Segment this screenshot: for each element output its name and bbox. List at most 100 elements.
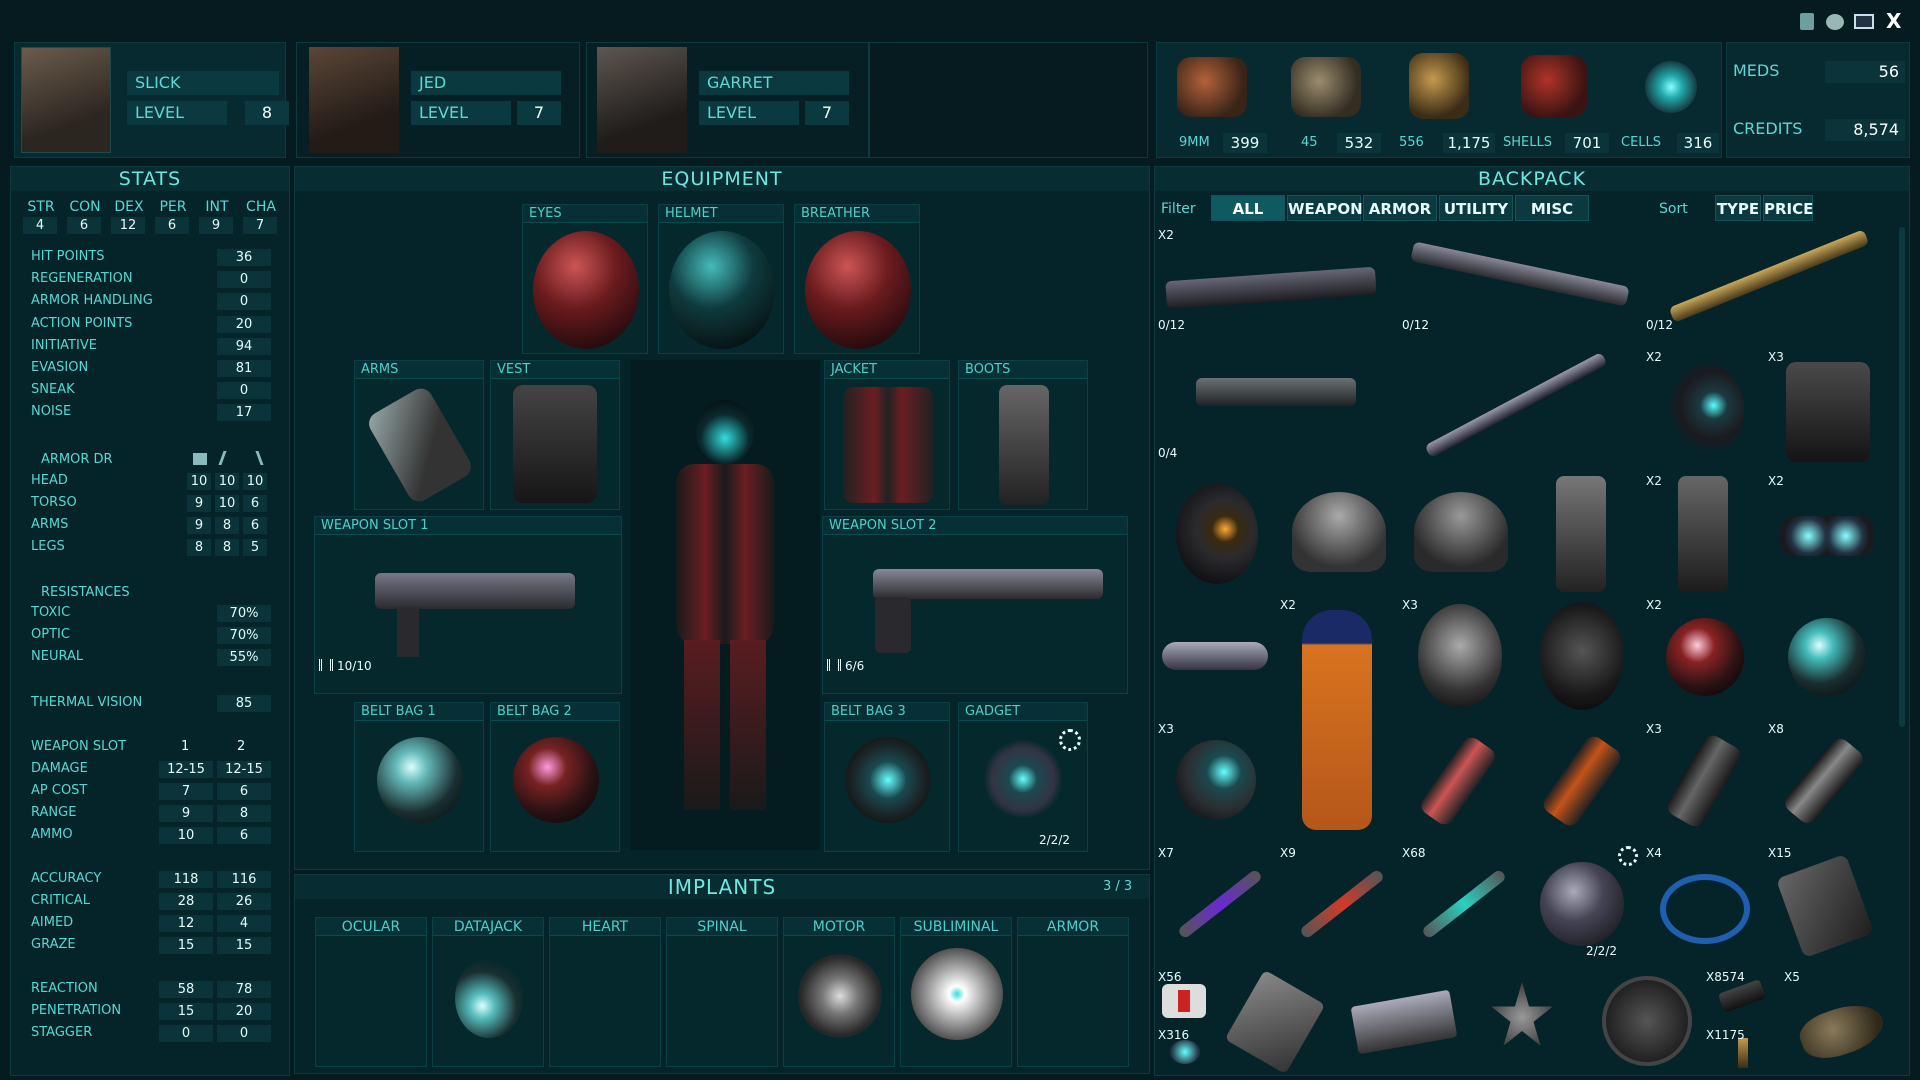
backpack-item-harness[interactable]: X2 bbox=[1644, 348, 1762, 468]
implant-slot-motor[interactable]: MOTOR bbox=[783, 917, 895, 1067]
backpack-item-armor-vest[interactable]: X3 bbox=[1766, 348, 1884, 468]
name-slick: SLICK bbox=[127, 71, 279, 95]
backpack-item-data-case[interactable]: X15 bbox=[1766, 844, 1884, 964]
backpack-item-canister[interactable] bbox=[1400, 720, 1518, 840]
backpack-item-drone-ball[interactable]: 2/2/2 bbox=[1522, 844, 1640, 964]
breather-slot[interactable]: BREATHER bbox=[794, 204, 920, 354]
backpack-item-combat-helmet-2[interactable] bbox=[1400, 472, 1518, 592]
implant-slot-ocular[interactable]: OCULAR bbox=[315, 917, 427, 1067]
inventory-screen: X SLICK LEVEL 8 JED LEVEL 7 GARRET LEVEL… bbox=[0, 0, 1920, 1080]
gear-icon[interactable] bbox=[1618, 846, 1638, 866]
vest-slot[interactable]: VEST bbox=[490, 360, 620, 510]
implant-slot-datajack[interactable]: DATAJACK bbox=[432, 917, 544, 1067]
belt-bag-3-slot[interactable]: BELT BAG 3 bbox=[824, 702, 950, 852]
backpack-item-respirator[interactable] bbox=[1522, 596, 1640, 716]
implant-slot-heart[interactable]: HEART bbox=[549, 917, 661, 1067]
backpack-item-hazmat-suit[interactable]: X2 bbox=[1278, 596, 1396, 838]
meds-label: MEDS bbox=[1733, 61, 1780, 80]
cloud-icon[interactable] bbox=[1826, 14, 1844, 30]
backpack-item-rifle[interactable]: X2 0/12 bbox=[1156, 224, 1392, 344]
backpack-item-spiked-club[interactable] bbox=[1400, 348, 1636, 468]
stack-count: X2 bbox=[1646, 350, 1662, 364]
backpack-item-orb-grenade[interactable]: X3 bbox=[1156, 720, 1274, 840]
arms-slot[interactable]: ARMS bbox=[354, 360, 484, 510]
backpack-item-smoke-grenade[interactable]: X3 bbox=[1644, 720, 1762, 840]
gear-icon[interactable] bbox=[1059, 729, 1081, 751]
backpack-item-toxic-canister[interactable] bbox=[1522, 720, 1640, 840]
party-member-jed[interactable]: JED LEVEL 7 bbox=[296, 42, 580, 158]
backpack-item-medkit[interactable]: X56 X316 bbox=[1156, 968, 1216, 1074]
backpack-item-gas-mask[interactable]: X3 bbox=[1400, 596, 1518, 716]
backpack-item-goggles[interactable]: X2 bbox=[1766, 472, 1884, 592]
meds-value: 56 bbox=[1825, 61, 1905, 83]
backpack-item-teal-orb[interactable] bbox=[1766, 596, 1884, 716]
weapon-slot-1[interactable]: WEAPON SLOT 1 10/10 bbox=[314, 516, 622, 694]
backpack-title: BACKPACK bbox=[1155, 167, 1909, 191]
filter-utility[interactable]: UTILITY bbox=[1439, 195, 1513, 221]
backpack-item-sack[interactable]: X5 bbox=[1782, 968, 1892, 1074]
weapon-slot-1-label: WEAPON SLOT 1 bbox=[315, 517, 621, 535]
armor-dr-value: 10 bbox=[215, 495, 239, 512]
implant-slot-armor[interactable]: ARMOR bbox=[1017, 917, 1129, 1067]
backpack-item-flashbang[interactable]: X8 bbox=[1766, 720, 1884, 840]
gadget-slot[interactable]: GADGET 2/2/2 bbox=[958, 702, 1088, 852]
level-label-slick: LEVEL bbox=[127, 101, 227, 125]
sort-price[interactable]: PRICE bbox=[1763, 195, 1813, 221]
backpack-item-teal-injector[interactable]: X68 bbox=[1400, 844, 1518, 964]
backpack-item-id-card[interactable] bbox=[1218, 968, 1336, 1075]
backpack-item-leg-armor[interactable] bbox=[1522, 472, 1640, 592]
belt-bag-2-slot[interactable]: BELT BAG 2 bbox=[490, 702, 620, 852]
belt-bag-1-label: BELT BAG 1 bbox=[355, 703, 483, 721]
backpack-item-circuit-board[interactable] bbox=[1340, 968, 1458, 1074]
backpack-item-long-rifle[interactable]: 0/12 bbox=[1644, 224, 1880, 344]
backpack-item-red-orb[interactable]: X2 bbox=[1644, 596, 1762, 716]
backpack-item-red-injector[interactable]: X9 bbox=[1278, 844, 1396, 964]
circuit-board-icon bbox=[1350, 989, 1458, 1055]
weapon-slot-2[interactable]: WEAPON SLOT 2 6/6 bbox=[822, 516, 1128, 694]
backpack-item-combat-helmet[interactable] bbox=[1278, 472, 1396, 592]
implant-slot-spinal[interactable]: SPINAL bbox=[666, 917, 778, 1067]
ammo-label-cells: CELLS bbox=[1621, 135, 1662, 150]
backpack-item-coin[interactable] bbox=[1584, 968, 1702, 1074]
party-member-slick[interactable]: SLICK LEVEL 8 bbox=[14, 42, 289, 158]
helmet-slot[interactable]: HELMET bbox=[658, 204, 784, 354]
clipboard-icon[interactable] bbox=[1800, 13, 1814, 30]
backpack-item-visor-helmet[interactable] bbox=[1156, 472, 1274, 592]
stat-value-slot-2: 78 bbox=[217, 981, 271, 998]
attr-value-str: 4 bbox=[23, 217, 57, 234]
belt-bag-2-label: BELT BAG 2 bbox=[491, 703, 619, 721]
filter-misc[interactable]: MISC bbox=[1515, 195, 1589, 221]
backpack-item-sheriff-badge[interactable] bbox=[1460, 968, 1578, 1074]
implant-slot-label: SUBLIMINAL bbox=[901, 918, 1011, 936]
backpack-item-battery[interactable]: X8574 X1175 bbox=[1704, 968, 1780, 1074]
backpack-item-leg-armor-2[interactable]: X2 bbox=[1644, 472, 1762, 592]
sort-type[interactable]: TYPE bbox=[1715, 195, 1761, 221]
backpack-item-shotgun[interactable]: 0/4 bbox=[1156, 348, 1392, 468]
filter-armor[interactable]: ARMOR bbox=[1363, 195, 1437, 221]
eyes-slot[interactable]: EYES bbox=[522, 204, 648, 354]
jacket-slot[interactable]: JACKET bbox=[824, 360, 950, 510]
stat-label: CRITICAL bbox=[31, 893, 90, 908]
belt-bag-1-slot[interactable]: BELT BAG 1 bbox=[354, 702, 484, 852]
ammo-bar: 9MM 399 45 532 556 1,175 SHELLS 701 CELL… bbox=[1156, 42, 1722, 158]
close-icon[interactable]: X bbox=[1886, 9, 1901, 33]
backpack-item-sniper-rifle[interactable]: 0/12 bbox=[1400, 224, 1636, 344]
stack-count: X2 bbox=[1158, 228, 1174, 242]
backpack-grid: X2 0/12 0/12 0/12 0/4 X2 X3 X2 X2 X2 X3 … bbox=[1156, 224, 1900, 1075]
attr-value-per: 6 bbox=[155, 217, 189, 234]
backpack-item-purple-injector[interactable]: X7 bbox=[1156, 844, 1274, 964]
implant-slot-subliminal[interactable]: SUBLIMINAL bbox=[900, 917, 1012, 1067]
empty-party-slot[interactable] bbox=[868, 42, 1148, 158]
backpack-item-visor[interactable] bbox=[1156, 596, 1274, 716]
filter-all[interactable]: ALL bbox=[1211, 195, 1285, 221]
filter-weapon[interactable]: WEAPON bbox=[1287, 195, 1363, 221]
implant-slots: OCULAR DATAJACK HEART SPINAL MOTOR SUBLIMINAL… bbox=[315, 917, 1135, 1067]
name-jed: JED bbox=[411, 71, 561, 95]
party-member-garret[interactable]: GARRET LEVEL 7 bbox=[586, 42, 870, 158]
boots-slot[interactable]: BOOTS bbox=[958, 360, 1088, 510]
stat-label: OPTIC bbox=[31, 627, 70, 642]
monitor-icon[interactable] bbox=[1854, 14, 1874, 29]
stat-value: 0 bbox=[217, 382, 271, 400]
stat-value: 36 bbox=[217, 249, 271, 266]
backpack-item-rope[interactable]: X4 bbox=[1644, 844, 1762, 964]
